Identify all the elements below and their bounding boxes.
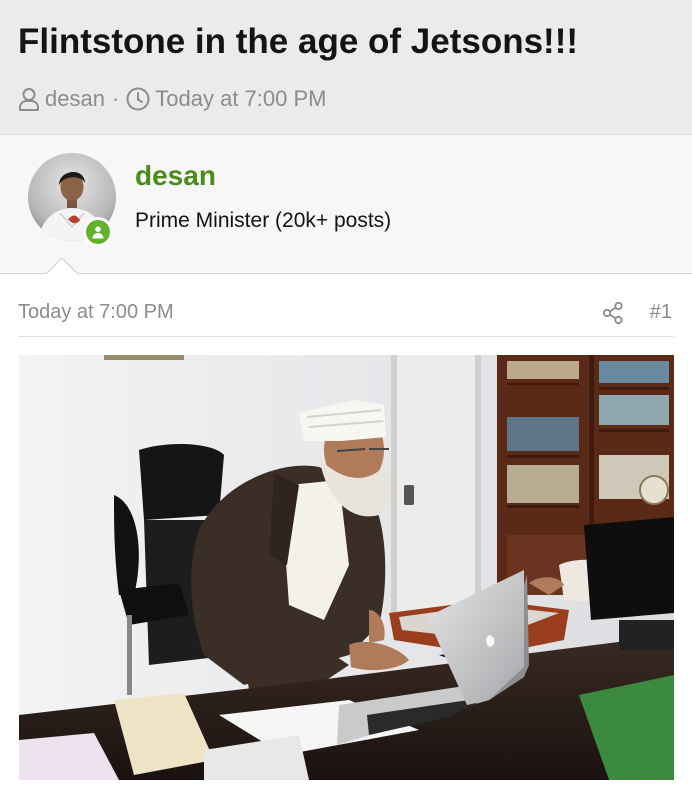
user-online-icon [83,217,113,247]
post-image[interactable] [19,355,674,780]
username-link[interactable]: desan [135,160,216,192]
meta-separator: · [111,86,120,111]
clock-icon [126,87,150,111]
thread-title: Flintstone in the age of Jetsons!!! [18,22,579,61]
thread-date-link[interactable]: Today at 7:00 PM [155,86,326,112]
user-arrow-fill [46,259,78,275]
message-main: Today at 7:00 PM #1 [0,275,692,800]
thread-author-link[interactable]: desan [45,86,105,112]
share-icon[interactable] [602,301,624,330]
thread-meta: desan · Today at 7:00 PM [18,84,327,114]
post-number-link[interactable]: #1 [650,301,672,324]
message-attribution: Today at 7:00 PM #1 [18,295,674,337]
message-user-block: desan Prime Minister (20k+ posts) [0,136,692,274]
thread-header: Flintstone in the age of Jetsons!!! desa… [0,0,692,135]
post-date-link[interactable]: Today at 7:00 PM [18,301,174,324]
user-title: Prime Minister (20k+ posts) [135,209,392,232]
user-icon [18,87,40,111]
